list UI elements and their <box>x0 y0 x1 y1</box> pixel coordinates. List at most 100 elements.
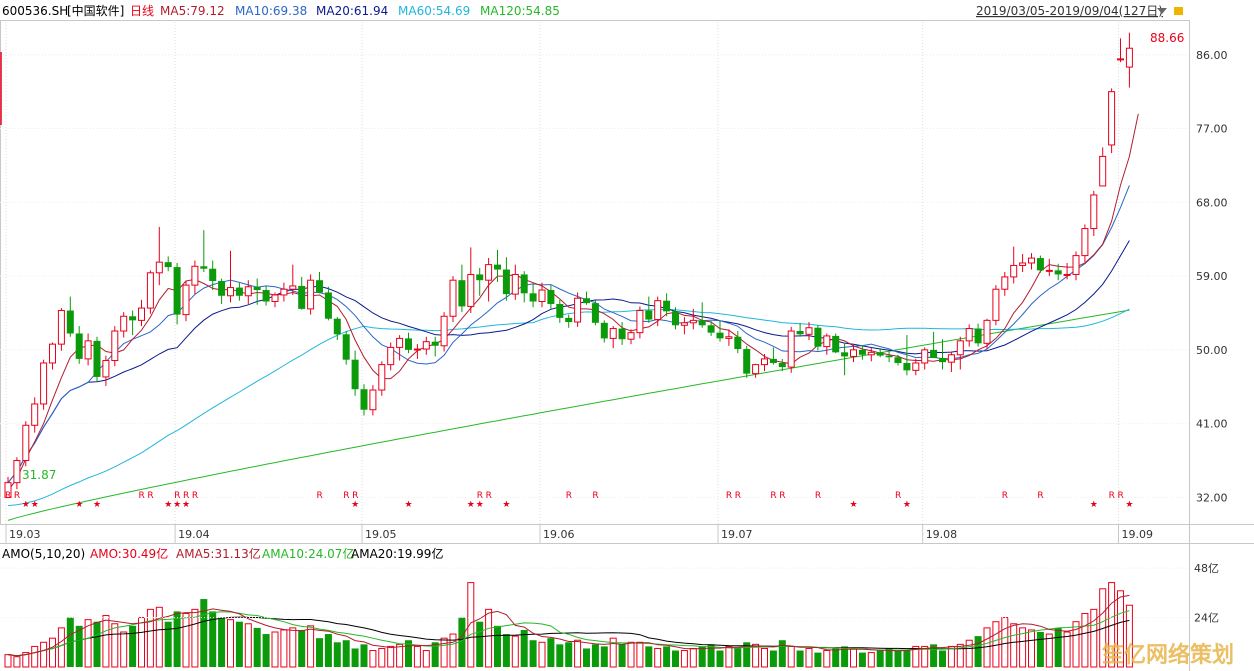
amo-bar-down <box>129 625 137 667</box>
candle-body-down <box>173 267 181 315</box>
amo-bar-up <box>1001 617 1009 668</box>
date-tick-label: 19.08 <box>926 528 958 541</box>
amo-bar-down <box>164 621 172 667</box>
star-signal-marker: ★ <box>164 500 172 510</box>
amo-bar-down <box>769 650 777 667</box>
amo-bar-up <box>1081 612 1089 668</box>
amo-legend: AMO(5,10,20) AMO:30.49亿 AMA5:31.13亿 AMA1… <box>2 546 443 561</box>
lock-icon[interactable] <box>1174 7 1183 15</box>
star-signal-marker: ★ <box>173 500 181 510</box>
candle-body-down <box>618 328 626 340</box>
amo-bar-down <box>832 648 840 667</box>
r-signal-marker: R <box>815 491 821 501</box>
candle-body-up <box>467 273 475 307</box>
amo-bar-up <box>422 650 430 668</box>
amo-bar-down <box>663 646 671 667</box>
ama10-legend: AMA10:24.07亿 <box>262 546 354 561</box>
date-tick-label: 19.04 <box>178 528 210 541</box>
amo-bar-down <box>858 652 866 667</box>
candle-body-up <box>369 389 377 411</box>
candle-body-up <box>867 351 875 356</box>
ma5-legend: MA5:79.12 <box>160 4 225 18</box>
candle-body-down <box>1054 270 1062 275</box>
r-signal-marker: R <box>486 491 492 501</box>
candle-body-down <box>502 269 510 295</box>
candle-body-up <box>680 322 688 326</box>
amo-title: AMO(5,10,20) <box>2 547 85 561</box>
candle-body-down <box>316 280 323 293</box>
candle-body-up <box>654 300 662 321</box>
candle-body-up <box>13 460 21 484</box>
r-signal-marker: R <box>1118 491 1124 501</box>
r-signal-marker: R <box>735 491 741 501</box>
candle-body-up <box>609 328 617 339</box>
candle-body-up <box>627 332 635 340</box>
candle-body-down <box>324 292 332 319</box>
candle-body-down <box>298 285 306 309</box>
candle-body-down <box>93 340 101 377</box>
candle-body-up <box>947 354 955 363</box>
candle-body-up <box>850 349 857 357</box>
candle-body-down <box>716 332 724 339</box>
amo-bar-down <box>218 617 226 667</box>
period-label[interactable]: 日线 <box>130 4 154 18</box>
price-tick-label: 86.00 <box>1196 49 1228 62</box>
amo-bar-up <box>307 625 315 668</box>
amo-bar-up <box>574 639 582 668</box>
amo-bar-up <box>138 617 145 668</box>
candlesticks <box>0 32 1133 499</box>
candle-body-down <box>431 341 439 346</box>
stock-name: [中国软件] <box>67 3 124 18</box>
amo-bar-down <box>324 634 332 667</box>
amo-bar-up <box>271 631 279 668</box>
amo-bar-down <box>93 621 101 667</box>
amo-bar-up <box>182 612 190 668</box>
candle-body-up <box>191 265 199 286</box>
candle-body-down <box>591 303 599 323</box>
amo-bar-up <box>244 623 252 668</box>
star-signal-marker: ★ <box>1090 500 1098 510</box>
amo-bar-down <box>894 650 902 667</box>
r-signal-marker: R <box>317 491 323 501</box>
amo-bar-down <box>796 650 804 667</box>
candle-body-down <box>841 352 849 357</box>
main-legend: 600536.SH [中国软件] 日线 MA5:79.12 MA10:69.38… <box>2 3 1183 18</box>
candle-body-down <box>743 349 751 374</box>
r-signal-marker: R <box>192 491 198 501</box>
star-signal-marker: ★ <box>467 500 475 510</box>
candle-body-down <box>200 266 208 269</box>
amo-bar-down <box>974 636 982 667</box>
amo-bars <box>4 582 1133 668</box>
candle-body-up <box>823 335 831 348</box>
amo-tick-label: 24亿 <box>1194 612 1219 625</box>
date-tick-label: 19.06 <box>543 528 575 541</box>
r-signal-marker: R <box>1037 491 1043 501</box>
date-range[interactable]: 2019/03/05-2019/09/04(127日) <box>976 4 1163 18</box>
price-tick-label: 68.00 <box>1196 196 1228 209</box>
candle-body-down <box>476 274 484 281</box>
amo-bar-down <box>583 648 590 667</box>
amo-value: AMO:30.49亿 <box>90 546 168 561</box>
r-signal-marker: R <box>779 491 785 501</box>
amo-bar-up <box>1063 631 1071 668</box>
candle-body-up <box>1081 228 1089 257</box>
candle-body-down <box>672 311 679 326</box>
amo-bar-down <box>262 634 270 667</box>
amo-bar-up <box>40 641 48 668</box>
candle-body-down <box>333 318 341 335</box>
price-axis: 32.00 41.00 50.00 59.00 68.00 77.00 86.00 <box>1196 49 1228 505</box>
candle-body-up <box>49 343 56 364</box>
r-signal-marker: R <box>726 491 732 501</box>
candle-body-up <box>912 362 920 371</box>
low-price-label: 31.87 <box>22 468 56 482</box>
star-signal-marker: ★ <box>93 500 101 510</box>
amo-bar-down <box>903 650 911 667</box>
candle-body-up <box>146 272 154 309</box>
candle-body-up <box>1045 269 1053 272</box>
amo-bar-down <box>885 648 893 667</box>
amo-bar-down <box>502 634 510 667</box>
candle-body-up <box>227 287 234 297</box>
amo-bar-up <box>761 647 768 668</box>
candle-body-up <box>485 264 493 281</box>
candle-body-up <box>387 346 395 366</box>
